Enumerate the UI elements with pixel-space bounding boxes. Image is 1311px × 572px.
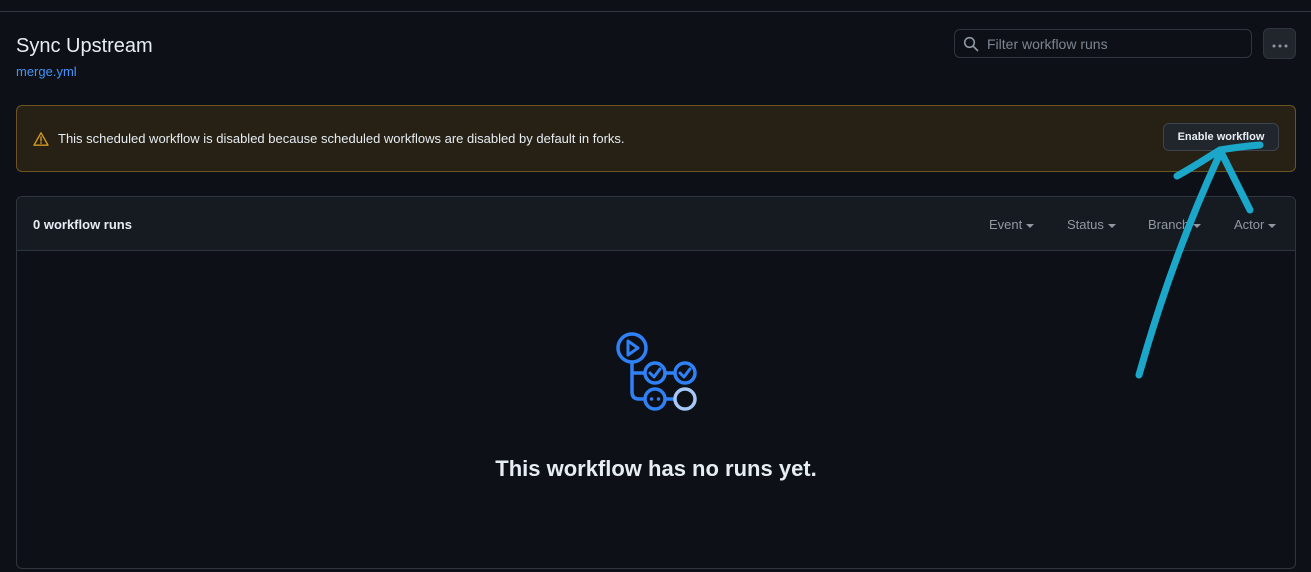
caret-down-icon xyxy=(1193,223,1202,228)
caret-down-icon xyxy=(1026,223,1035,228)
disabled-workflow-banner: This scheduled workflow is disabled beca… xyxy=(16,105,1296,172)
enable-workflow-button[interactable]: Enable workflow xyxy=(1163,123,1279,151)
more-options-button[interactable] xyxy=(1263,28,1296,59)
event-filter-menu[interactable]: Event xyxy=(989,217,1035,232)
runs-count: 0 workflow runs xyxy=(33,217,132,232)
kebab-horizontal-icon xyxy=(1272,35,1288,53)
banner-message: This scheduled workflow is disabled beca… xyxy=(58,131,625,146)
page-title: Sync Upstream xyxy=(16,35,153,57)
actor-filter-menu[interactable]: Actor xyxy=(1234,217,1277,232)
workflow-file-link[interactable]: merge.yml xyxy=(16,64,77,80)
branch-filter-label: Branch xyxy=(1148,217,1190,232)
workflow-runs-panel: 0 workflow runs Event Status Branch Acto… xyxy=(16,196,1296,569)
status-filter-label: Status xyxy=(1067,217,1104,232)
filter-runs-field[interactable] xyxy=(954,29,1252,58)
filter-runs-input[interactable] xyxy=(979,35,1251,52)
empty-state-message: This workflow has no runs yet. xyxy=(495,456,817,481)
caret-down-icon xyxy=(1107,223,1116,228)
actor-filter-label: Actor xyxy=(1234,217,1265,232)
top-divider xyxy=(0,11,1311,12)
workflow-icon xyxy=(615,331,699,420)
status-filter-menu[interactable]: Status xyxy=(1067,217,1116,232)
runs-header: 0 workflow runs Event Status Branch Acto… xyxy=(17,197,1295,251)
branch-filter-menu[interactable]: Branch xyxy=(1148,217,1202,232)
event-filter-label: Event xyxy=(989,217,1023,232)
alert-triangle-icon xyxy=(33,131,49,147)
caret-down-icon xyxy=(1268,223,1277,228)
search-icon xyxy=(963,36,979,52)
